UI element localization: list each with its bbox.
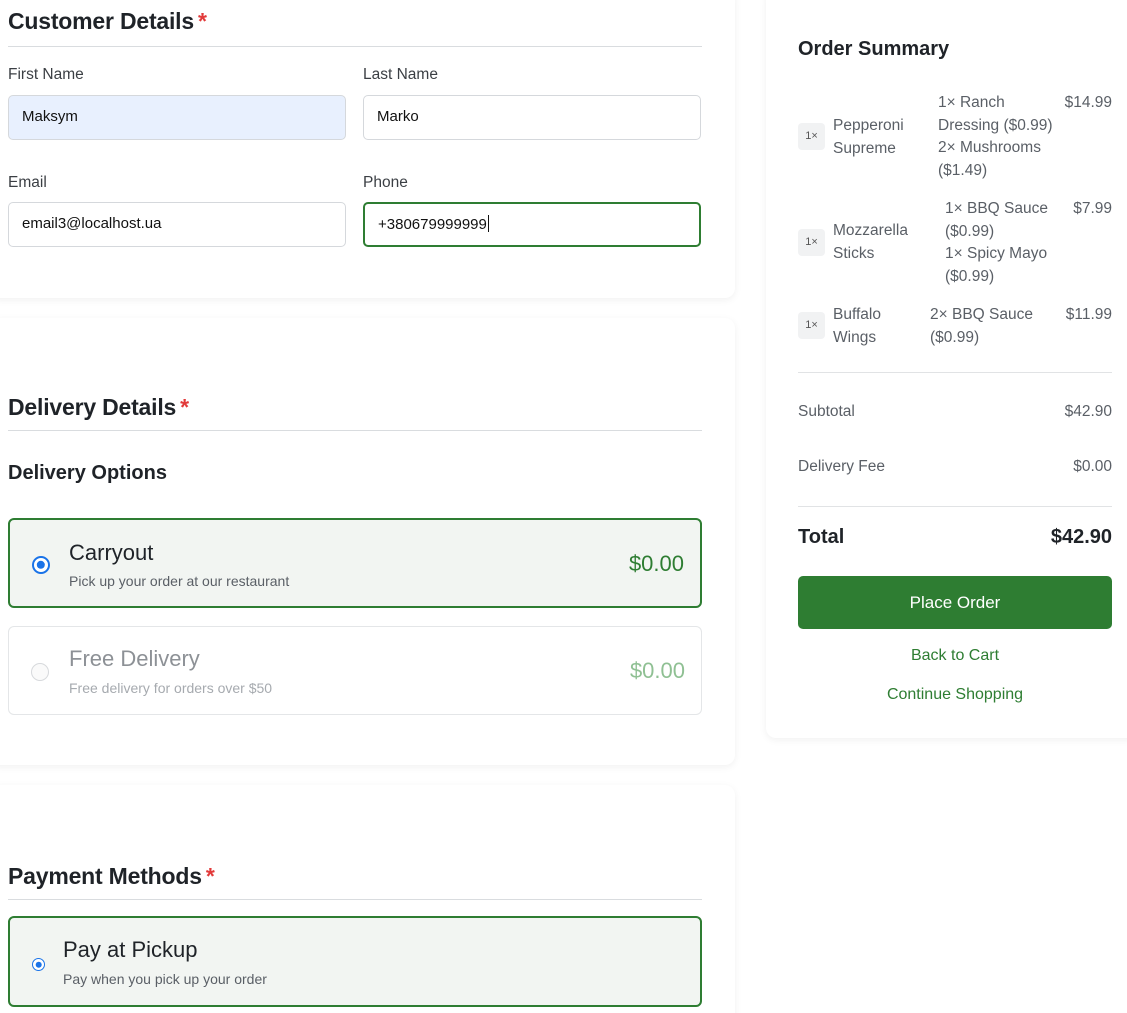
- item-price: $11.99: [1065, 306, 1112, 323]
- radio-unselected-icon[interactable]: [31, 663, 49, 681]
- order-summary-title: Order Summary: [798, 38, 950, 60]
- option-title: Free Delivery: [69, 646, 200, 671]
- option-title: Carryout: [69, 540, 154, 565]
- delivery-option-carryout[interactable]: Carryout Pick up your order at our resta…: [8, 518, 702, 608]
- last-name-label: Last Name: [363, 66, 438, 83]
- delivery-details-card: Delivery Details * Delivery Options Carry…: [0, 318, 735, 765]
- first-name-label: First Name: [8, 66, 84, 83]
- divider: [8, 430, 702, 431]
- text-caret: [487, 215, 489, 233]
- item-price: $7.99: [1073, 200, 1112, 217]
- item-name: Pepperoni Supreme: [833, 117, 904, 157]
- option-title: Pay at Pickup: [63, 937, 198, 962]
- delivery-option-free-delivery[interactable]: Free Delivery Free delivery for orders o…: [8, 626, 702, 715]
- back-to-cart-link[interactable]: Back to Cart: [798, 647, 1112, 665]
- payment-option-pay-at-pickup[interactable]: Pay at Pickup Pay when you pick up your …: [8, 916, 702, 1007]
- item-name: Mozzarella Sticks: [833, 222, 908, 262]
- total-label: Total: [798, 526, 845, 548]
- total-value: $42.90: [1050, 526, 1112, 548]
- phone-value: +380679999999: [378, 216, 487, 233]
- radio-selected-icon[interactable]: [32, 958, 45, 971]
- item-name: Buffalo Wings: [833, 306, 881, 346]
- customer-details-title: Customer Details *: [8, 8, 207, 34]
- last-name-input[interactable]: Marko: [363, 95, 701, 140]
- place-order-button[interactable]: Place Order: [798, 576, 1112, 629]
- order-summary-card: Order Summary 1× Pepperoni Supreme 1× Ran…: [766, 0, 1127, 738]
- item-quantity: 1×: [798, 123, 825, 150]
- item-modifiers: 2× BBQ Sauce ($0.99): [930, 306, 1033, 346]
- divider: [8, 899, 702, 900]
- payment-methods-card: Payment Methods * Pay at Pickup Pay when …: [0, 785, 735, 1013]
- divider: [798, 372, 1112, 373]
- item-modifiers: 1× Ranch Dressing ($0.99) 2× Mushrooms ($1.…: [938, 94, 1053, 179]
- option-description: Free delivery for orders over $50: [69, 680, 273, 696]
- option-price: $0.00: [628, 551, 684, 576]
- item-modifiers: 1× BBQ Sauce ($0.99) 1× Spicy Mayo ($0.99): [945, 200, 1048, 285]
- required-mark: *: [197, 8, 207, 34]
- phone-input[interactable]: +380679999999: [363, 202, 701, 247]
- option-description: Pay when you pick up your order: [63, 971, 267, 987]
- delivery-options-title: Delivery Options: [8, 462, 167, 484]
- required-mark: *: [205, 863, 215, 889]
- continue-shopping-link[interactable]: Continue Shopping: [798, 686, 1112, 704]
- item-quantity: 1×: [798, 312, 825, 339]
- subtotal-label: Subtotal: [798, 403, 855, 420]
- first-name-input[interactable]: Maksym: [8, 95, 346, 140]
- divider: [798, 506, 1112, 507]
- option-description: Pick up your order at our restaurant: [69, 573, 290, 589]
- radio-selected-icon[interactable]: [32, 556, 50, 574]
- payment-methods-title: Payment Methods *: [8, 863, 215, 889]
- option-price: $0.00: [629, 658, 685, 683]
- email-label: Email: [8, 174, 47, 191]
- delivery-fee-label: Delivery Fee: [798, 458, 885, 475]
- email-input[interactable]: email3@localhost.ua: [8, 202, 346, 247]
- item-price: $14.99: [1064, 94, 1112, 111]
- delivery-details-title: Delivery Details *: [8, 394, 189, 420]
- subtotal-value: $42.90: [1064, 403, 1112, 420]
- item-quantity: 1×: [798, 229, 825, 256]
- required-mark: *: [180, 394, 189, 420]
- delivery-fee-value: $0.00: [1073, 458, 1112, 475]
- customer-details-card: Customer Details * First Name Maksym Last…: [0, 0, 735, 298]
- divider: [8, 46, 702, 47]
- phone-label: Phone: [363, 174, 408, 191]
